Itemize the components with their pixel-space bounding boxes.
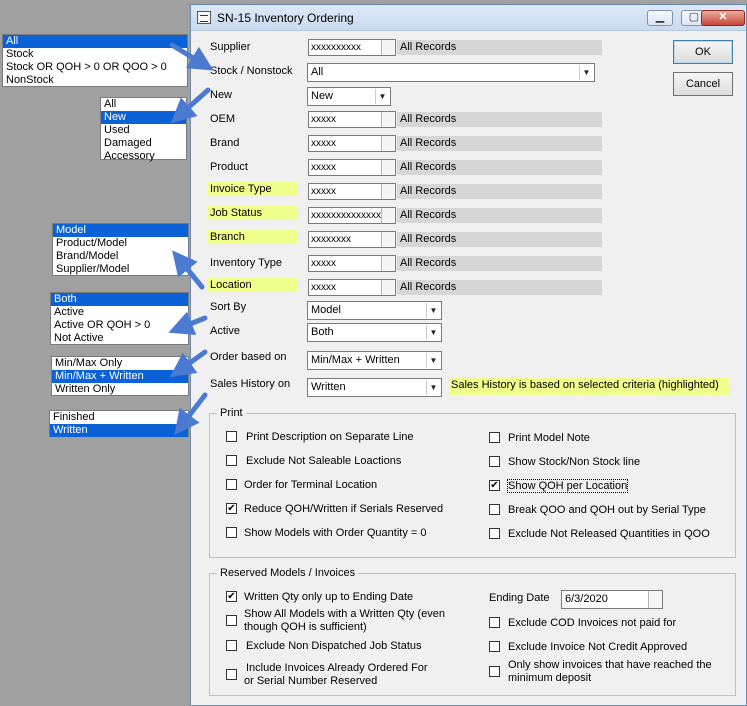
arrow-history <box>174 392 208 435</box>
arrow-stock <box>169 42 214 71</box>
callout-arrows <box>168 42 214 435</box>
arrow-new <box>170 87 211 124</box>
arrow-sort <box>172 250 205 290</box>
arrow-order <box>169 349 208 378</box>
arrow-active <box>168 311 208 335</box>
